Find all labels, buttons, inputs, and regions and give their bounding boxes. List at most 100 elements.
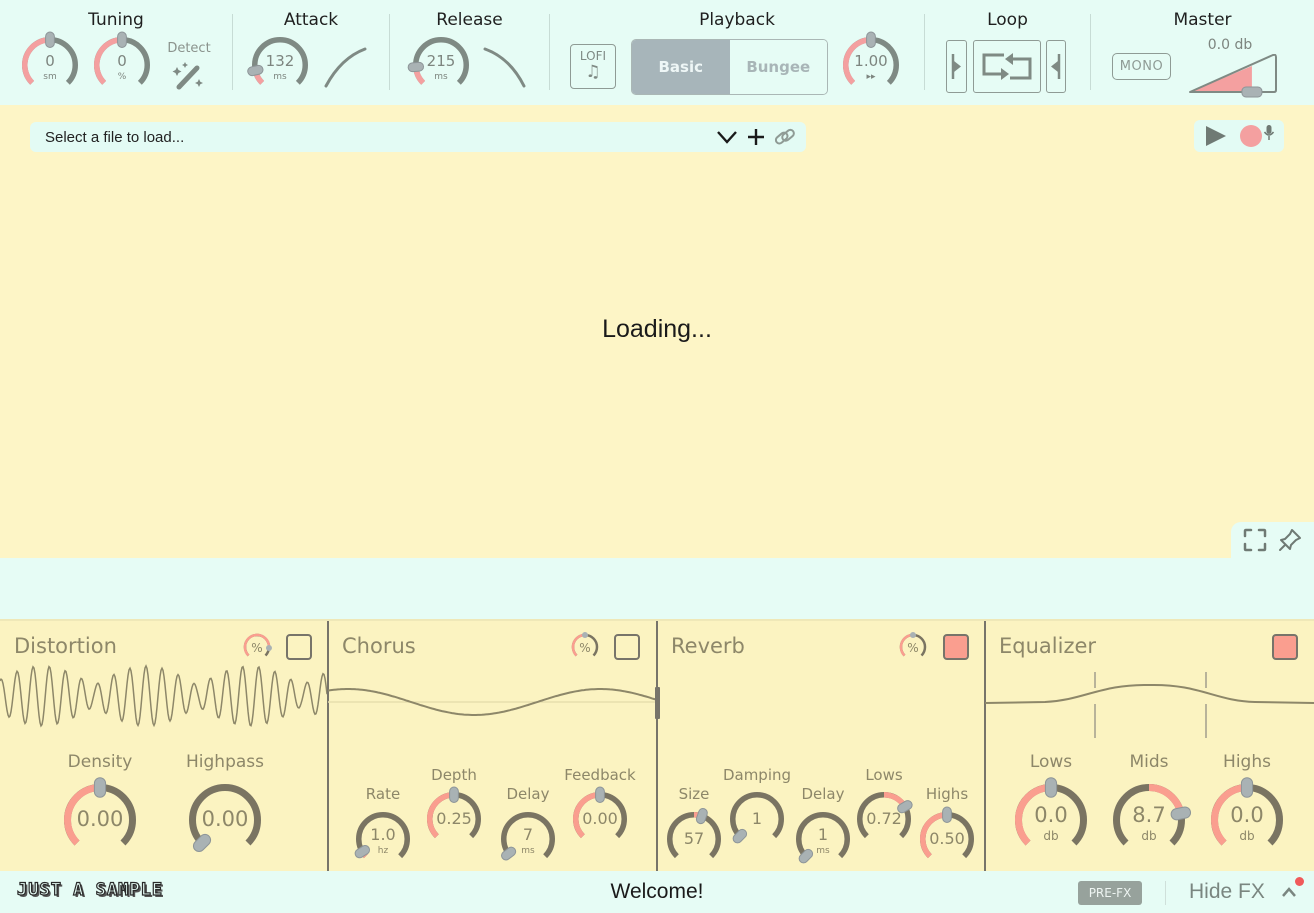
- file-select-placeholder: Select a file to load...: [45, 128, 185, 146]
- loop-end-button[interactable]: [1046, 40, 1066, 93]
- mix-knob-arc: %: [571, 632, 599, 657]
- release-knob[interactable]: 215 ms: [407, 36, 470, 94]
- distortion-title: Distortion: [14, 634, 117, 658]
- mode-bungee-button[interactable]: Bungee: [729, 40, 827, 94]
- master-gain-slider[interactable]: [1188, 54, 1278, 98]
- knob-value: 0.25: [436, 809, 472, 829]
- knob-unit: ▸▸: [866, 71, 876, 82]
- chorus-mix-knob[interactable]: %: [570, 632, 600, 662]
- distortion-enable-checkbox[interactable]: [286, 634, 312, 660]
- mix-knob-handle[interactable]: [265, 644, 272, 651]
- master-title: Master: [1173, 10, 1232, 30]
- knob-handle[interactable]: [1044, 777, 1058, 798]
- feedback-knob[interactable]: 0.00: [572, 786, 628, 847]
- knob-value: 0.00: [201, 806, 249, 831]
- knob-unit: ms: [521, 846, 535, 857]
- transport-controls: [1194, 120, 1284, 152]
- equalizer-enable-checkbox[interactable]: [1272, 634, 1298, 660]
- fx-rack: Distortion % Density 0.00 Highpass 0.00 …: [0, 619, 1314, 873]
- microphone-icon[interactable]: [1263, 124, 1275, 142]
- highpass-knob[interactable]: 0.00: [188, 783, 262, 857]
- damping-knob[interactable]: 1: [729, 791, 785, 847]
- size-knob[interactable]: 57: [666, 808, 722, 867]
- knob-handle[interactable]: [695, 807, 708, 825]
- mono-toggle-button[interactable]: MONO: [1112, 53, 1171, 80]
- knob-unit: db: [1141, 829, 1157, 844]
- waveform-corner-tools: [1231, 522, 1314, 558]
- file-selector[interactable]: Select a file to load...: [30, 122, 806, 152]
- attack-knob[interactable]: 132 ms: [247, 36, 309, 94]
- tuning-title: Tuning: [88, 10, 144, 30]
- knob-handle[interactable]: [449, 786, 459, 803]
- eq-mids-label: Mids: [1129, 752, 1169, 772]
- chorus-panel: Chorus % Rate 1.0 hz Depth 0.25 Delay 7 ms…: [328, 621, 656, 873]
- status-bar: JUST A SAMPLE Welcome! PRE-FX Hide FX: [0, 871, 1314, 913]
- magic-wand-detect-icon[interactable]: [170, 58, 206, 92]
- mode-basic-button[interactable]: Basic: [632, 40, 730, 94]
- loop-toggle-button[interactable]: [973, 40, 1041, 93]
- knob-handle[interactable]: [866, 31, 876, 48]
- distortion-mix-knob[interactable]: %: [242, 632, 272, 662]
- chorus-enable-checkbox[interactable]: [614, 634, 640, 660]
- knob-unit: db: [1043, 829, 1059, 844]
- top-toolbar: Tuning 0 sm 0% Detect Attack 132 ms Releas…: [0, 0, 1314, 105]
- knob-value: 0.0: [1230, 802, 1264, 827]
- add-file-icon[interactable]: [743, 124, 769, 150]
- master-gain-handle[interactable]: [1241, 86, 1263, 98]
- knob-handle[interactable]: [117, 31, 127, 48]
- notification-dot: [1295, 877, 1304, 886]
- knob-handle[interactable]: [1240, 777, 1254, 798]
- eq-mids-knob[interactable]: 8.7 db: [1112, 783, 1192, 857]
- chorus-lfo-display: [328, 688, 656, 716]
- loop-start-button[interactable]: [946, 40, 967, 93]
- knob-handle[interactable]: [93, 777, 107, 798]
- reverb-lows-knob[interactable]: 0.72: [856, 791, 913, 847]
- knob-unit: %: [117, 71, 127, 82]
- record-icon[interactable]: [1239, 124, 1263, 148]
- reverb-highs-knob[interactable]: 0.50: [919, 806, 975, 867]
- depth-knob[interactable]: 0.25: [426, 786, 482, 847]
- knob-value: 1: [751, 809, 763, 829]
- play-icon[interactable]: [1204, 125, 1228, 147]
- chevron-down-icon[interactable]: [714, 124, 740, 150]
- attack-curve-icon: [324, 47, 367, 88]
- density-knob[interactable]: 0.00: [63, 777, 137, 857]
- chorus-delay-knob[interactable]: 7 ms: [500, 811, 556, 867]
- percent-icon: %: [907, 641, 918, 655]
- pin-icon[interactable]: [1277, 527, 1303, 553]
- attack-section: Attack 132 ms: [233, 0, 389, 105]
- loop-title: Loop: [987, 10, 1028, 30]
- cents-knob[interactable]: 0%: [93, 31, 151, 94]
- reverb-enable-checkbox[interactable]: [943, 634, 969, 660]
- mix-knob-arc: %: [243, 633, 272, 657]
- knob-handle[interactable]: [942, 806, 952, 823]
- knob-handle[interactable]: [45, 31, 55, 48]
- speed-knob[interactable]: 1.00 ▸▸: [842, 31, 900, 94]
- equalizer-panel: Equalizer Lows 0.0 db Mids 8.7 db Highs 0.…: [985, 621, 1314, 873]
- knob-unit: ms: [434, 71, 448, 82]
- chevron-up-icon[interactable]: [1280, 883, 1298, 901]
- lofi-toggle-button[interactable]: LOFI ♫: [570, 44, 616, 89]
- reverb-delay-knob[interactable]: 1 ms: [795, 811, 851, 867]
- mix-knob-handle[interactable]: [910, 632, 916, 638]
- mix-knob-handle[interactable]: [582, 632, 588, 638]
- knob-value: 57: [683, 829, 705, 849]
- eq-highs-knob[interactable]: 0.0 db: [1210, 777, 1284, 857]
- link-icon[interactable]: [772, 124, 798, 150]
- knob-unit: ms: [816, 846, 830, 857]
- chorus-delay-label: Delay: [506, 785, 550, 803]
- reverb-mix-knob[interactable]: %: [898, 632, 928, 662]
- fullscreen-icon[interactable]: [1242, 527, 1268, 553]
- knob-handle[interactable]: [595, 786, 605, 803]
- rate-knob[interactable]: 1.0 hz: [354, 811, 411, 867]
- waveform-area[interactable]: Select a file to load... Loading...: [0, 105, 1314, 558]
- reverb-lows-label: Lows: [865, 766, 903, 784]
- loop-start-icon: [951, 54, 961, 79]
- semitones-knob[interactable]: 0 sm: [21, 31, 79, 94]
- knob-value: 0.00: [582, 809, 618, 829]
- release-curve-icon: [483, 47, 526, 88]
- lofi-label: LOFI: [579, 49, 607, 63]
- hide-fx-button[interactable]: Hide FX: [1189, 880, 1265, 904]
- eq-lows-knob[interactable]: 0.0 db: [1014, 777, 1088, 857]
- prefx-toggle-button[interactable]: PRE-FX: [1078, 881, 1142, 905]
